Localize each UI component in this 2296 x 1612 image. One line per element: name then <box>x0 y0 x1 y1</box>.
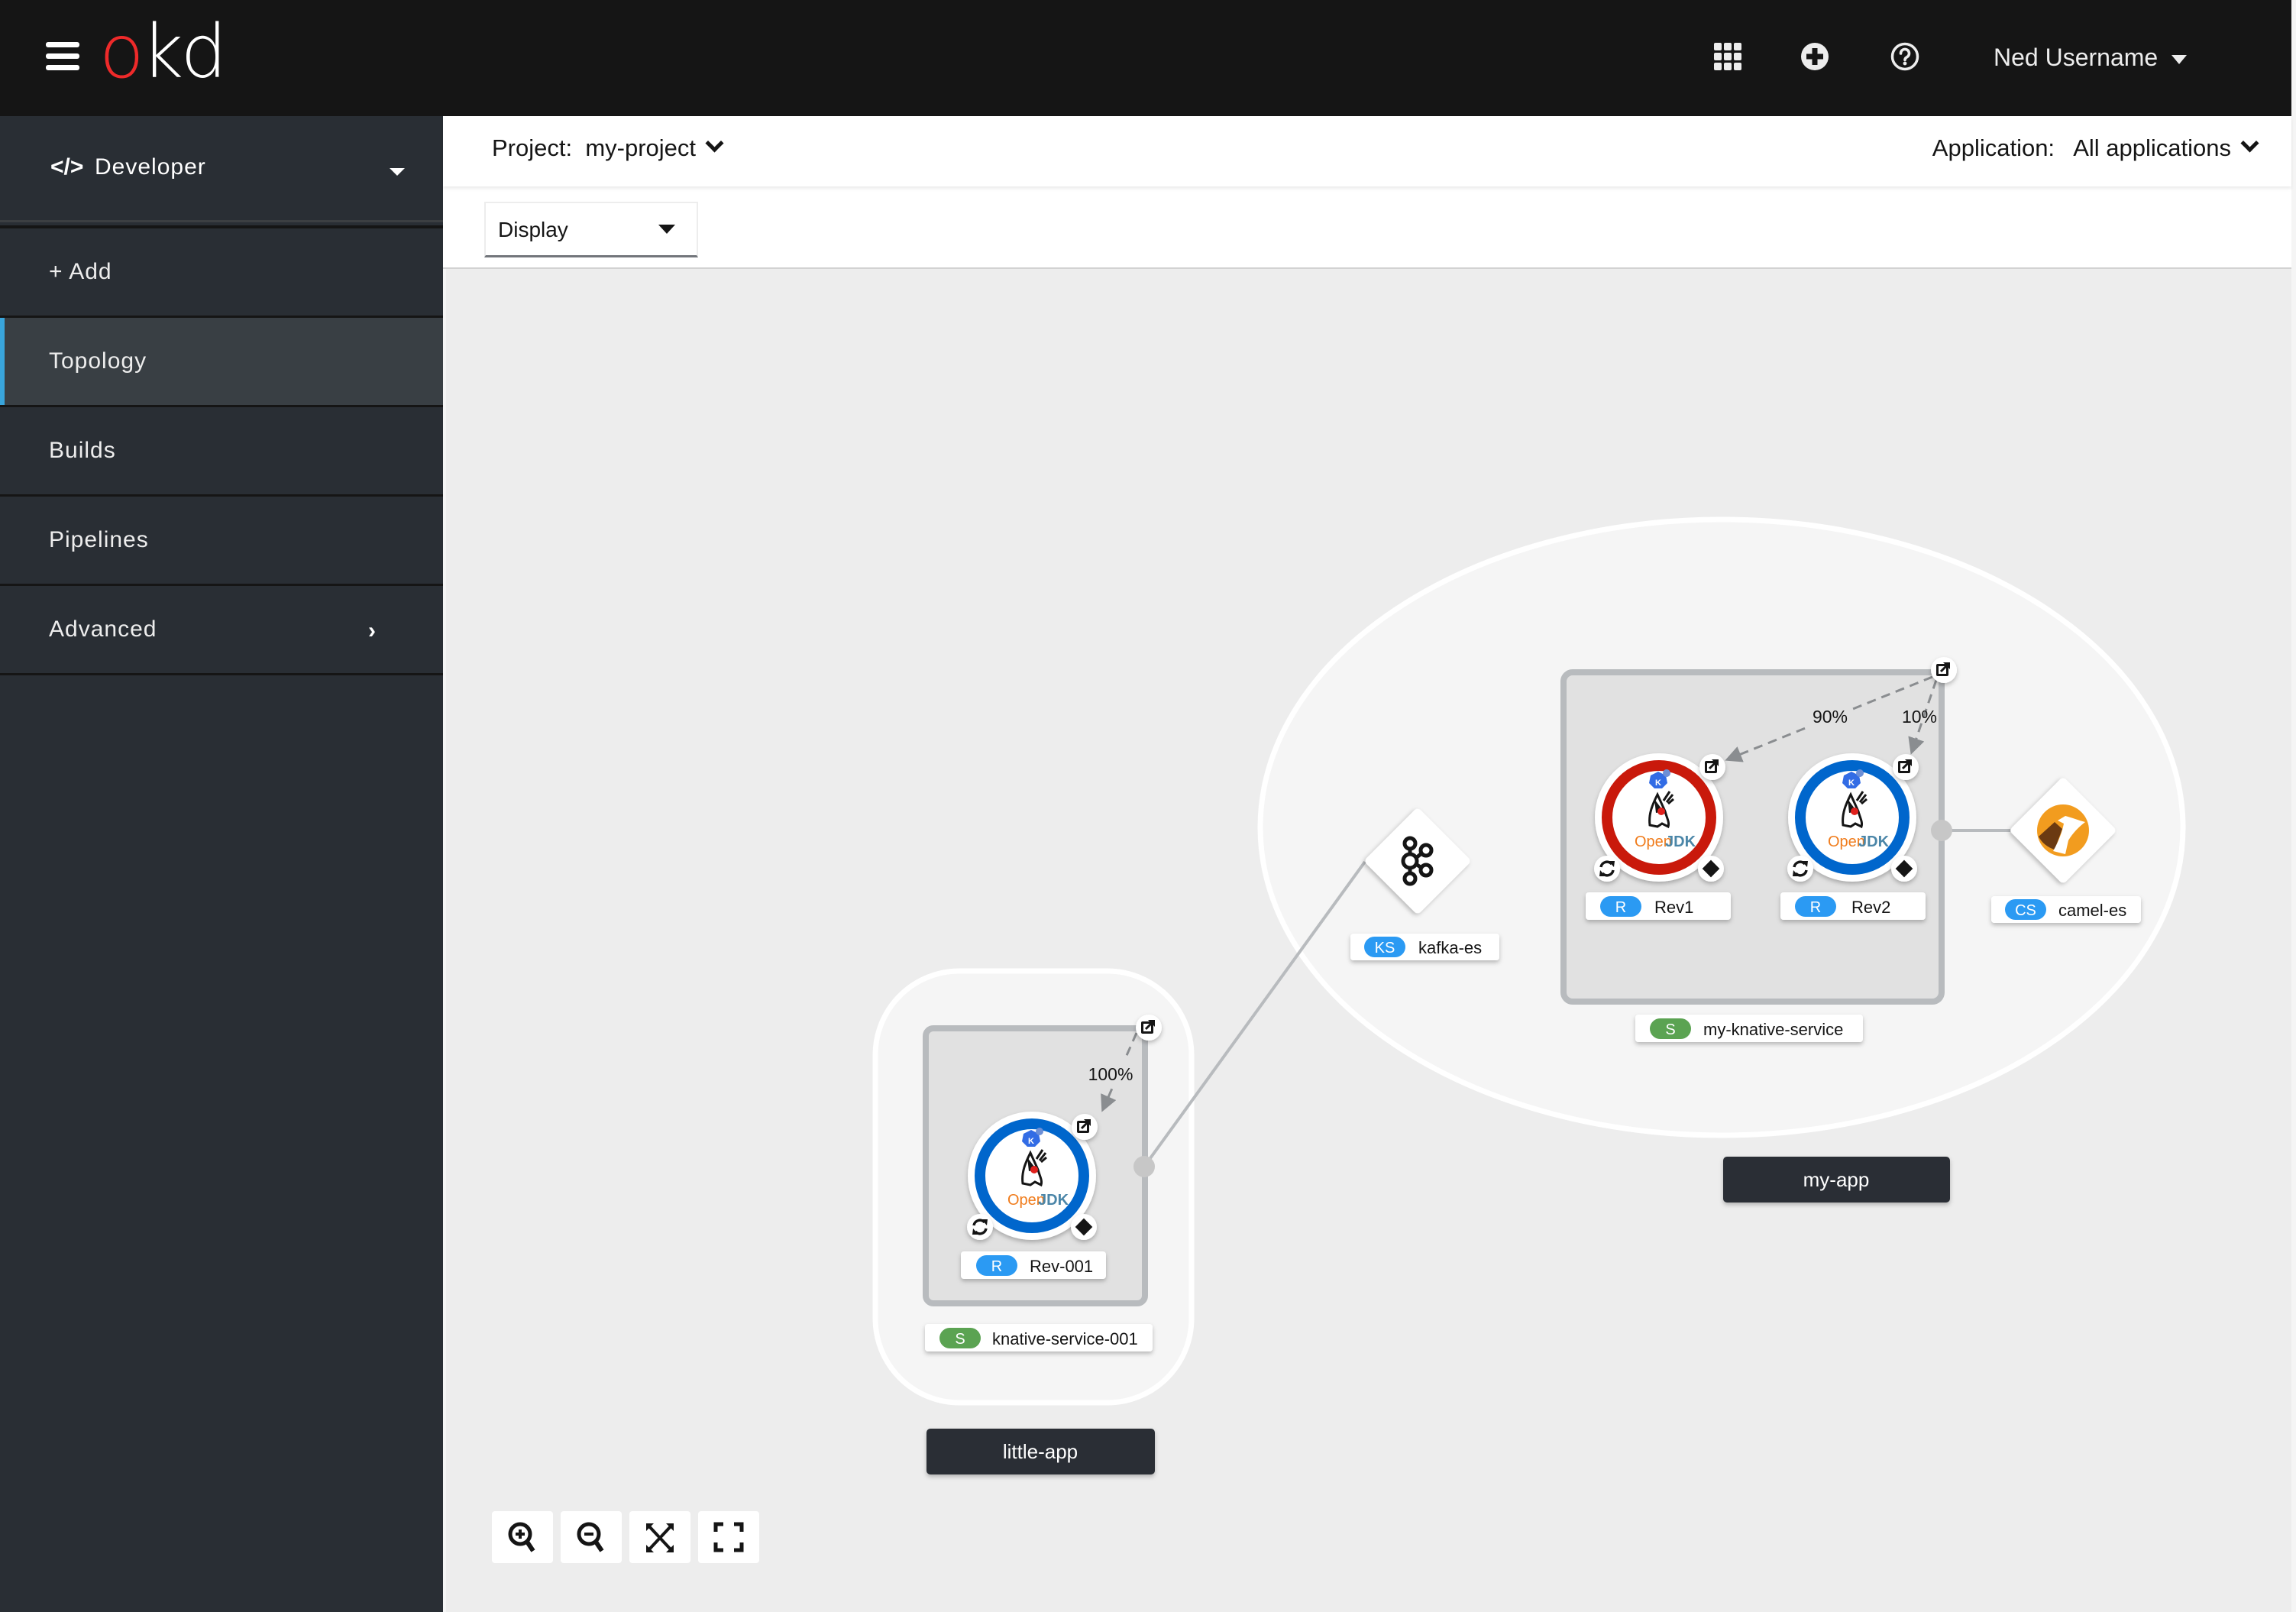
camel-icon <box>2037 804 2089 856</box>
svg-text:K: K <box>1655 778 1661 788</box>
group-name: my-app <box>1803 1168 1870 1191</box>
svg-text:R: R <box>991 1258 1002 1275</box>
revision-url-decorator[interactable] <box>1699 754 1725 780</box>
rebuild-decorator[interactable] <box>1787 856 1813 882</box>
application-name: All applications <box>2073 134 2231 161</box>
revision-name: Rev2 <box>1851 898 1890 917</box>
chevron-down-icon <box>705 134 724 153</box>
chevron-down-icon <box>2240 134 2259 153</box>
topology-graph: 90% 10% S my-knative-service K Open JDK <box>872 516 2186 1474</box>
reset-view-button[interactable] <box>698 1511 759 1563</box>
svg-text:S: S <box>955 1331 965 1348</box>
project-selector[interactable]: Project: my-project <box>492 134 724 162</box>
svg-text:JDK: JDK <box>1038 1192 1069 1209</box>
application-selector[interactable]: Application: All applications <box>1932 134 2259 162</box>
revision-name: Rev-001 <box>1030 1257 1093 1276</box>
zoom-out-icon <box>577 1522 604 1552</box>
service-url-decorator[interactable] <box>1136 1015 1162 1041</box>
svg-text:KS: KS <box>1375 940 1395 957</box>
git-source-decorator[interactable] <box>1698 856 1724 882</box>
git-source-decorator[interactable] <box>1891 856 1917 882</box>
svg-text:R: R <box>1810 899 1821 916</box>
svg-text:K: K <box>1028 1137 1034 1146</box>
svg-text:S: S <box>1665 1021 1675 1038</box>
revision-url-decorator[interactable] <box>1072 1114 1098 1140</box>
external-link-icon <box>1077 1119 1091 1133</box>
rebuild-decorator[interactable] <box>967 1214 993 1240</box>
traffic-percent-rev2: 10% <box>1902 707 1937 727</box>
group-name: little-app <box>1003 1440 1078 1463</box>
zoom-in-icon <box>508 1522 535 1552</box>
context-bar: Project: my-project Application: All app… <box>443 116 2291 186</box>
external-link-icon <box>1936 662 1950 676</box>
svg-text:JDK: JDK <box>1665 834 1696 850</box>
traffic-percent-rev1: 90% <box>1813 707 1848 727</box>
event-source-name: kafka-es <box>1418 938 1482 957</box>
external-link-icon <box>1141 1020 1155 1034</box>
rebuild-decorator[interactable] <box>1594 856 1620 882</box>
svg-text:JDK: JDK <box>1858 834 1890 850</box>
event-source-name: camel-es <box>2058 901 2126 920</box>
revision-url-decorator[interactable] <box>1893 754 1919 780</box>
connector-handle[interactable] <box>1931 820 1952 841</box>
external-link-icon <box>1898 759 1912 773</box>
zoom-out-button[interactable] <box>561 1511 622 1563</box>
traffic-percent-rev-001: 100% <box>1088 1064 1133 1084</box>
reset-view-icon <box>713 1522 744 1552</box>
svg-text:CS: CS <box>2015 902 2036 919</box>
svg-text:K: K <box>1848 778 1855 788</box>
project-name: my-project <box>585 134 697 161</box>
zoom-in-button[interactable] <box>492 1511 553 1563</box>
service-name: knative-service-001 <box>992 1329 1138 1348</box>
svg-text:R: R <box>1615 899 1626 916</box>
revision-name: Rev1 <box>1654 898 1693 917</box>
fit-to-screen-icon <box>646 1523 674 1552</box>
fit-to-screen-button[interactable] <box>629 1511 690 1563</box>
connector-handle[interactable] <box>1133 1156 1155 1177</box>
service-name: my-knative-service <box>1703 1020 1843 1039</box>
git-source-decorator[interactable] <box>1071 1214 1097 1240</box>
service-url-decorator[interactable] <box>1931 657 1957 683</box>
external-link-icon <box>1705 759 1719 773</box>
